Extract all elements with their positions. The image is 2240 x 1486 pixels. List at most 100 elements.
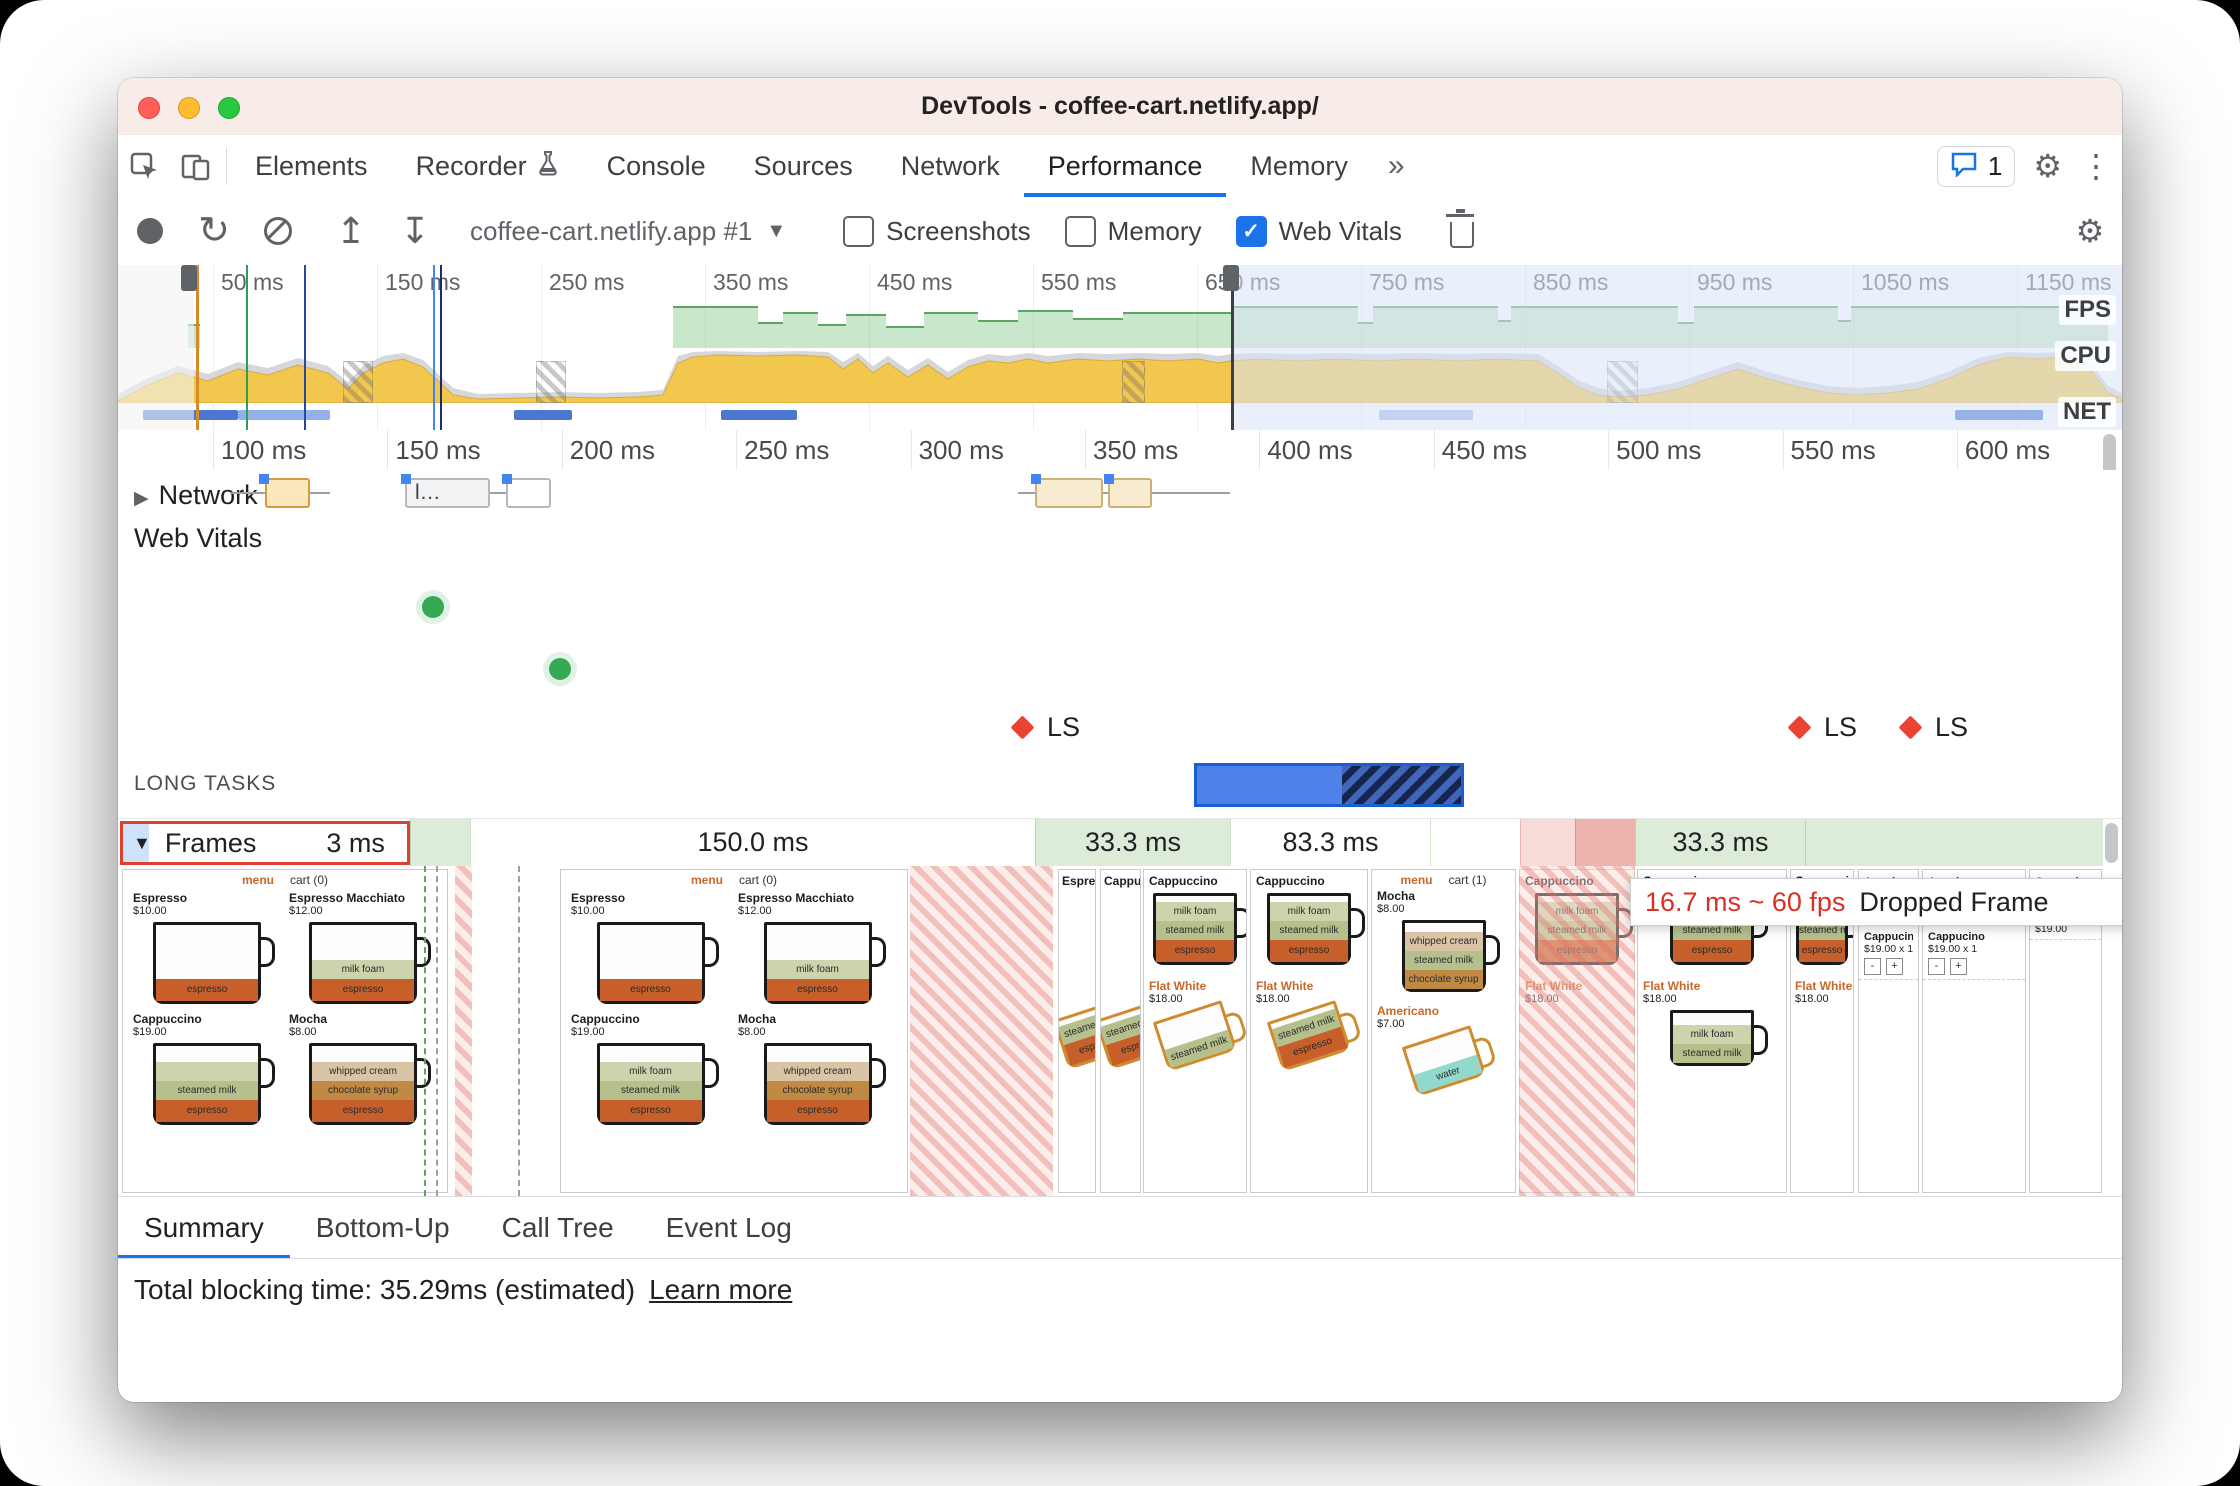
devtools-window: DevTools - coffee-cart.netlify.app/ Elem… [118, 78, 2122, 1402]
marker-line-fcp [246, 265, 248, 430]
quantity-minus-button[interactable]: - [1928, 958, 1945, 975]
tab-summary[interactable]: Summary [118, 1197, 290, 1259]
memory-checkbox-row[interactable]: Memory [1064, 215, 1202, 247]
cup-espresso: espresso [596, 922, 719, 1004]
cup-cappuccino: milk foam steamed milk espresso [1267, 893, 1365, 965]
menu-item-espresso: Espresso $10.00 espresso [571, 891, 730, 1010]
tab-sources[interactable]: Sources [730, 135, 877, 197]
vitals-good-marker[interactable] [549, 658, 571, 680]
screenshot-frame[interactable]: menu cart (0) Espresso $10.00 espresso E… [560, 869, 908, 1193]
screenshot-frame[interactable]: Cappuccino steamed milk espresso [1100, 869, 1141, 1193]
screenshots-checkbox[interactable] [843, 215, 875, 247]
web-vitals-checkbox-row[interactable]: ✓ Web Vitals [1235, 215, 1402, 247]
frame-segment[interactable] [410, 819, 470, 867]
layout-shift-label: LS [1824, 712, 1858, 742]
record-button[interactable] [118, 218, 182, 244]
frame-segment[interactable]: 83.3 ms [1230, 819, 1430, 867]
frame-segment[interactable]: 33.3 ms [1635, 819, 1805, 867]
clear-recording-button[interactable] [246, 217, 310, 245]
disclosure-triangle-icon[interactable]: ▶ [134, 488, 149, 509]
more-tabs-chevron-icon[interactable]: » [1372, 135, 1421, 197]
marker-line-orange [196, 265, 199, 430]
ruler-tick: 350 ms [1084, 430, 1259, 470]
tab-performance[interactable]: Performance [1024, 135, 1227, 197]
web-vitals-checkbox[interactable]: ✓ [1235, 215, 1267, 247]
device-toolbar-icon[interactable] [170, 135, 222, 197]
profile-select[interactable]: coffee-cart.netlify.app #1 ▼ [470, 216, 786, 247]
frames-track-header[interactable]: ▼ Frames 3 ms [120, 821, 410, 865]
layout-shift-marker[interactable]: LS [1010, 712, 1080, 743]
screenshot-frame[interactable]: Cappuccino milk foam steamed milk espres… [1143, 869, 1247, 1193]
capture-settings-button[interactable]: ⚙ [2058, 215, 2122, 247]
screenshot-frame[interactable]: menu cart (0) Espresso $10.00 espresso E… [122, 869, 448, 1193]
request-start-marker [401, 474, 411, 484]
cup-layer: espresso [766, 1100, 869, 1122]
tab-bottom-up[interactable]: Bottom-Up [290, 1197, 476, 1259]
memory-checkbox[interactable] [1064, 215, 1096, 247]
frame-segment[interactable]: 33.3 ms [1035, 819, 1230, 867]
timeline-ruler[interactable]: 100 ms 150 ms 200 ms 250 ms 300 ms 350 m… [118, 430, 2122, 470]
dropped-frame-segment[interactable] [1575, 819, 1635, 867]
tab-network[interactable]: Network [877, 135, 1024, 197]
vitals-good-marker[interactable] [422, 596, 444, 618]
quantity-plus-button[interactable]: + [1950, 958, 1967, 975]
app-cart-link: cart (0) [739, 873, 778, 887]
cup-layer: milk foam [312, 960, 414, 979]
web-vitals-track-header[interactable]: Web Vitals [118, 518, 2122, 557]
tab-call-tree[interactable]: Call Tree [476, 1197, 640, 1259]
long-task-bar[interactable] [1194, 763, 1464, 807]
screenshots-checkbox-row[interactable]: Screenshots [843, 215, 1031, 247]
settings-gear-icon[interactable]: ⚙ [2033, 150, 2062, 182]
network-request-bar[interactable] [1108, 478, 1152, 508]
product-price: $12.00 [289, 905, 323, 917]
cup-cappuccino: steamed milk espresso [153, 1043, 275, 1125]
tab-label: Memory [1250, 150, 1348, 181]
learn-more-link[interactable]: Learn more [649, 1274, 792, 1306]
tab-recorder[interactable]: Recorder [392, 135, 583, 197]
partial-frame-segment[interactable] [1520, 819, 1575, 867]
frame-segment[interactable] [1430, 819, 1520, 867]
frame-segment[interactable]: 150.0 ms [470, 819, 1035, 867]
screenshot-frame[interactable]: menu cart (1) Mocha $8.00 whipped cream … [1371, 869, 1516, 1193]
dropped-frame-band [910, 866, 1053, 1196]
selection-left-handle[interactable] [181, 265, 197, 291]
title-bar: DevTools - coffee-cart.netlify.app/ [118, 78, 2122, 136]
screenshot-frame[interactable]: Cappuccino milk foam steamed milk espres… [1250, 869, 1368, 1193]
screenshot-frame[interactable]: Espresso steamed milk espresso [1058, 869, 1096, 1193]
layout-shift-marker[interactable]: LS [1898, 712, 1968, 743]
network-request-bar[interactable]: l… [405, 478, 490, 508]
quantity-plus-button[interactable]: + [1886, 958, 1903, 975]
collapse-triangle-icon[interactable]: ▼ [133, 833, 151, 854]
kebab-menu-icon[interactable]: ⋮ [2080, 150, 2112, 182]
network-request-bar[interactable] [265, 478, 310, 508]
reload-and-record-button[interactable]: ↻ [182, 212, 246, 250]
issues-counter-button[interactable]: 1 [1936, 145, 2016, 187]
tab-console[interactable]: Console [583, 135, 730, 197]
selection-right-handle[interactable] [1223, 265, 1239, 291]
timeline-overview[interactable]: 50 ms 150 ms 250 ms 350 ms 450 ms 550 ms… [118, 265, 2122, 431]
menu-item-espresso-macchiato: Espresso Macchiato $12.00 milk foam espr… [289, 891, 437, 1010]
ruler-tick: 100 ms [213, 430, 387, 470]
record-icon [137, 218, 163, 244]
load-profile-button[interactable]: ↥ [319, 213, 383, 249]
frame-segment[interactable] [1805, 819, 2103, 867]
menu-item-cappuccino: Cappuccino $19.00 steamed milk espresso [133, 1012, 281, 1131]
save-profile-button[interactable]: ↧ [383, 213, 447, 249]
horizontal-scrollbar[interactable] [2105, 823, 2118, 863]
web-vitals-checkbox-label: Web Vitals [1278, 215, 1402, 246]
network-request-bar[interactable] [1035, 478, 1103, 508]
ruler-tick: 150 ms [387, 430, 561, 470]
quantity-minus-button[interactable]: - [1864, 958, 1881, 975]
vertical-scrollbar[interactable] [2103, 434, 2116, 470]
layout-shift-marker[interactable]: LS [1787, 712, 1858, 743]
layout-shift-diamond-icon [1010, 715, 1035, 740]
tab-elements[interactable]: Elements [231, 135, 392, 197]
inspect-element-icon[interactable] [118, 135, 170, 197]
cup-layer: steamed milk [1673, 1044, 1751, 1063]
tab-memory[interactable]: Memory [1226, 135, 1372, 197]
network-track[interactable]: ▶ Network l… [118, 470, 2122, 518]
tab-event-log[interactable]: Event Log [640, 1197, 818, 1259]
network-request-bar[interactable] [506, 478, 551, 508]
product-name: Cappuccino [571, 1012, 640, 1026]
garbage-collect-button[interactable] [1430, 208, 1494, 248]
